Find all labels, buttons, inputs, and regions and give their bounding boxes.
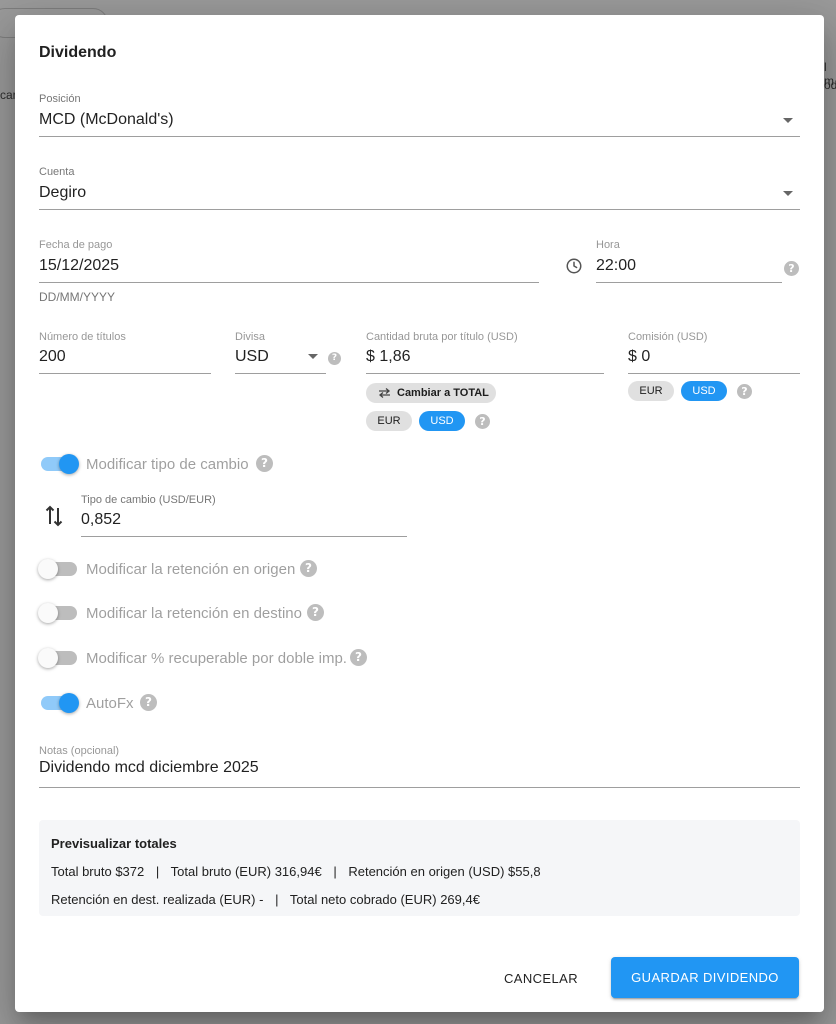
shares-value: 200 <box>39 348 66 365</box>
account-label: Cuenta <box>39 166 75 178</box>
gross-currency-chip-usd[interactable]: USD <box>419 411 465 431</box>
switch-thumb <box>59 693 79 713</box>
gross-eur-value: 316,94€ <box>274 864 322 879</box>
position-label: Posición <box>39 93 81 105</box>
account-underline <box>39 209 800 210</box>
withholding-origin-switch-label: Modificar la retención en origen <box>86 561 296 578</box>
dialog-title: Dividendo <box>39 44 117 61</box>
currency-underline <box>235 373 326 374</box>
gross-per-share-label: Cantidad bruta por título (USD) <box>366 331 518 343</box>
caret-down-icon <box>783 118 793 123</box>
commission-currency-chip-eur[interactable]: EUR <box>628 381 674 401</box>
gross-per-share-underline <box>366 373 604 374</box>
preview-line-1: Total bruto $372 | Total bruto (EUR) 316… <box>51 864 541 879</box>
commission-underline <box>628 373 800 374</box>
payment-date-underline <box>39 282 539 283</box>
help-icon[interactable]: ? <box>140 694 157 711</box>
exchange-rate-label: Tipo de cambio (USD/EUR) <box>81 494 216 506</box>
position-value: MCD (McDonald's) <box>39 111 174 128</box>
commission-label: Comisión (USD) <box>628 331 708 343</box>
background-text: odo <box>824 78 836 92</box>
help-icon[interactable]: ? <box>307 604 324 621</box>
caret-down-icon <box>783 191 793 196</box>
time-value: 22:00 <box>596 257 637 274</box>
time-underline <box>596 282 782 283</box>
help-icon[interactable]: ? <box>737 384 752 399</box>
toggle-total-label: Cambiar a TOTAL <box>397 387 489 399</box>
payment-date-value: 15/12/2025 <box>39 257 120 274</box>
recoverable-double-switch-label: Modificar % recuperable por doble imp. <box>86 650 347 667</box>
preview-title: Previsualizar totales <box>51 836 177 851</box>
save-dividend-button[interactable]: GUARDAR DIVIDENDO <box>611 957 799 998</box>
help-icon[interactable]: ? <box>784 261 799 276</box>
preview-totals-box: Previsualizar totales Total bruto $372 |… <box>39 820 800 916</box>
payment-date-hint: DD/MM/YYYY <box>39 290 116 304</box>
withholding-origin-value: $55,8 <box>508 864 541 879</box>
gross-currency-chip-eur[interactable]: EUR <box>366 411 412 431</box>
switch-thumb <box>38 648 58 668</box>
shares-label: Número de títulos <box>39 331 126 343</box>
shares-underline <box>39 373 211 374</box>
withholding-dest-value: - <box>259 892 264 907</box>
caret-down-icon <box>308 354 318 359</box>
separator: | <box>333 864 337 879</box>
help-icon[interactable]: ? <box>350 649 367 666</box>
notes-value: Dividendo mcd diciembre 2025 <box>39 759 259 776</box>
currency-value: USD <box>235 348 269 365</box>
gross-label: Total bruto <box>51 864 112 879</box>
gross-eur-label: Total bruto (EUR) <box>170 864 272 879</box>
commission-currency-chip-usd[interactable]: USD <box>681 381 727 401</box>
exchange-rate-value: 0,852 <box>81 511 122 528</box>
withholding-dest-label: Retención en dest. realizada (EUR) <box>51 892 256 907</box>
toggle-total-button[interactable]: Cambiar a TOTAL <box>366 383 496 403</box>
notes-underline <box>39 787 800 788</box>
account-value: Degiro <box>39 184 87 201</box>
help-icon[interactable]: ? <box>300 560 317 577</box>
clock-icon[interactable] <box>565 257 583 275</box>
dividend-dialog: Dividendo Posición MCD (McDonald's) Cuen… <box>15 15 824 1012</box>
switch-thumb <box>59 454 79 474</box>
gross-per-share-value: $ 1,86 <box>366 348 411 365</box>
separator: | <box>155 864 160 879</box>
payment-date-label: Fecha de pago <box>39 239 113 251</box>
autofx-switch-label: AutoFx <box>86 695 134 712</box>
switch-thumb <box>38 603 58 623</box>
exchange-rate-underline <box>81 536 407 537</box>
swap-horizontal-icon <box>378 388 391 398</box>
cancel-button[interactable]: CANCELAR <box>504 971 578 986</box>
withholding-origin-label: Retención en origen (USD) <box>348 864 505 879</box>
net-value: 269,4€ <box>440 892 480 907</box>
help-icon[interactable]: ? <box>256 455 273 472</box>
currency-label: Divisa <box>235 331 265 343</box>
help-icon[interactable]: ? <box>328 352 341 365</box>
preview-line-2: Retención en dest. realizada (EUR) - | T… <box>51 892 480 907</box>
separator: | <box>275 892 279 907</box>
switch-thumb <box>38 559 58 579</box>
notes-label: Notas (opcional) <box>39 745 120 757</box>
withholding-destination-switch-label: Modificar la retención en destino <box>86 605 302 622</box>
commission-value: $ 0 <box>628 348 651 365</box>
time-label: Hora <box>596 239 620 251</box>
gross-value: $372 <box>115 864 145 879</box>
position-underline <box>39 136 800 137</box>
exchange-rate-switch-label: Modificar tipo de cambio <box>86 456 249 473</box>
help-icon[interactable]: ? <box>475 414 490 429</box>
swap-vertical-icon <box>45 505 63 527</box>
net-label: Total neto cobrado (EUR) <box>289 892 437 907</box>
